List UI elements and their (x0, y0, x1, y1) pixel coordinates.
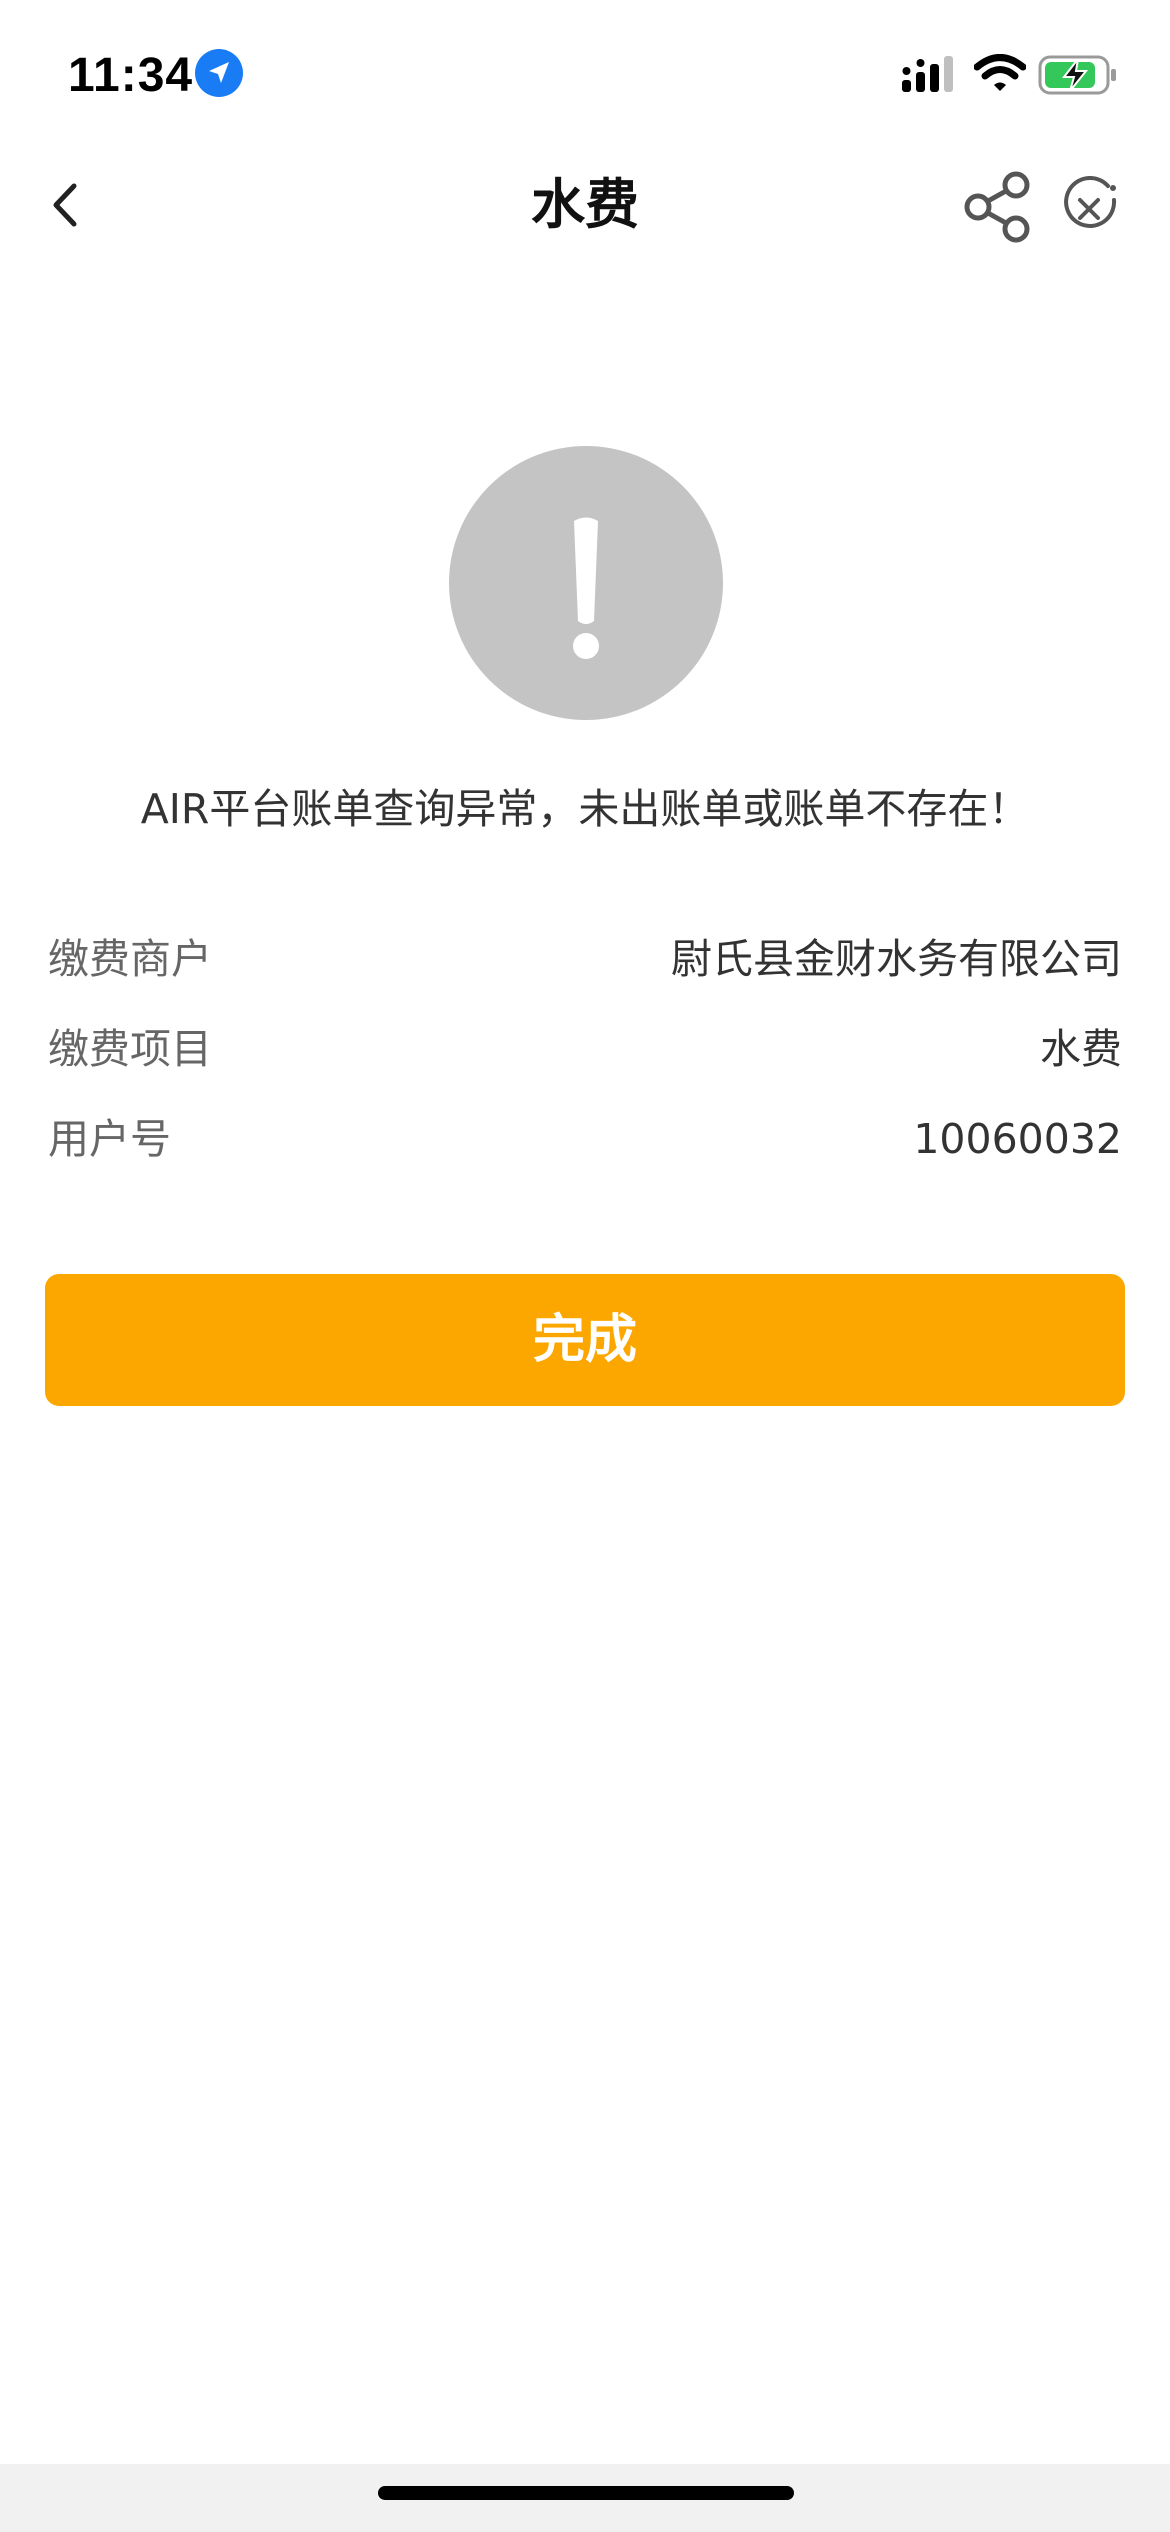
status-bar: 11:34 (0, 0, 1170, 140)
detail-row-merchant: 缴费商户 尉氏县金财水务有限公司 (48, 914, 1122, 1004)
bottom-bar (0, 2464, 1170, 2532)
close-mini-program-button[interactable] (1056, 175, 1122, 242)
share-icon (964, 171, 1030, 243)
detail-row-item: 缴费项目 水费 (48, 1004, 1122, 1094)
alert-illustration (449, 446, 723, 720)
detail-row-account: 用户号 10060032 (48, 1094, 1122, 1184)
exclamation-icon (573, 517, 599, 659)
close-circle-icon (1064, 175, 1117, 228)
location-arrow-icon (195, 49, 243, 97)
done-button[interactable]: 完成 (45, 1274, 1125, 1406)
detail-value: 尉氏县金财水务有限公司 (671, 935, 1122, 983)
cellular-signal-icon (902, 56, 953, 92)
detail-value: 10060032 (913, 1115, 1122, 1163)
back-button[interactable] (36, 170, 106, 240)
detail-label: 缴费商户 (48, 935, 212, 983)
error-message: AIR平台账单查询异常，未出账单或账单不存在！ (140, 785, 1030, 833)
wifi-icon (974, 54, 1026, 91)
nav-bar: 水费 (0, 140, 1170, 270)
detail-label: 缴费项目 (48, 1025, 212, 1073)
detail-value: 水费 (1040, 1025, 1122, 1073)
chevron-left-icon (53, 183, 77, 227)
share-button[interactable] (962, 170, 1036, 244)
home-indicator[interactable] (378, 2486, 794, 2500)
detail-label: 用户号 (48, 1115, 171, 1163)
status-time: 11:34 (68, 49, 194, 102)
battery-charging-icon (1038, 55, 1116, 95)
payment-details: 缴费商户 尉氏县金财水务有限公司 缴费项目 水费 用户号 10060032 (48, 914, 1122, 1184)
